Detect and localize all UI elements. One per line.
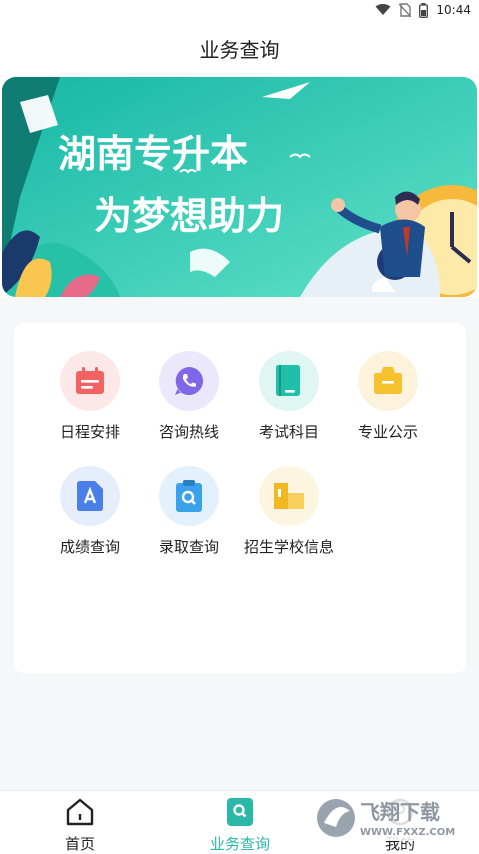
banner-line1: 湖南专升本 bbox=[58, 132, 248, 176]
building-icon bbox=[259, 466, 319, 526]
tab-label: 首页 bbox=[64, 835, 95, 853]
banner-line2: 为梦想助力 bbox=[94, 194, 284, 238]
service-label: 咨询热线 bbox=[158, 423, 219, 441]
service-school-info[interactable]: 招生学校信息 bbox=[239, 466, 339, 570]
service-score-query[interactable]: 成绩查询 bbox=[40, 466, 140, 570]
tab-label: 业务查询 bbox=[209, 835, 270, 853]
service-admission-query[interactable]: 录取查询 bbox=[139, 466, 239, 570]
battery-icon bbox=[419, 2, 429, 18]
score-document-icon bbox=[60, 466, 120, 526]
clipboard-search-icon bbox=[159, 466, 219, 526]
status-bar: 10:44 bbox=[0, 0, 479, 20]
promo-banner[interactable]: 湖南专升本 为梦想助力 bbox=[0, 77, 479, 297]
calendar-icon bbox=[60, 351, 120, 411]
search-square-icon bbox=[223, 795, 257, 829]
service-label: 成绩查询 bbox=[59, 538, 120, 556]
no-sim-icon bbox=[399, 3, 412, 17]
site-watermark: 飞翔下载 WWW.FXXZ.COM bbox=[310, 793, 470, 843]
watermark-title: 飞翔下载 bbox=[360, 800, 440, 824]
service-major-notice[interactable]: 专业公示 bbox=[338, 351, 438, 455]
folder-icon bbox=[358, 351, 418, 411]
phone-icon bbox=[159, 351, 219, 411]
service-label: 专业公示 bbox=[357, 423, 418, 441]
service-label: 日程安排 bbox=[59, 423, 120, 441]
service-label: 招生学校信息 bbox=[243, 538, 334, 556]
watermark-url: WWW.FXXZ.COM bbox=[360, 827, 455, 838]
page-header: 业务查询 bbox=[0, 20, 479, 76]
status-time: 10:44 bbox=[436, 3, 471, 17]
service-label: 考试科目 bbox=[258, 423, 319, 441]
tab-business-query[interactable]: 业务查询 bbox=[180, 791, 300, 854]
home-icon bbox=[63, 795, 97, 829]
book-icon bbox=[259, 351, 319, 411]
services-card: 日程安排 咨询热线 考试科目 专业公示 成绩查询 录取查询 招生学校信息 bbox=[14, 323, 466, 673]
service-exam-subjects[interactable]: 考试科目 bbox=[239, 351, 339, 455]
wifi-icon bbox=[375, 4, 391, 16]
service-hotline[interactable]: 咨询热线 bbox=[139, 351, 239, 455]
service-label: 录取查询 bbox=[158, 538, 219, 556]
service-schedule[interactable]: 日程安排 bbox=[40, 351, 140, 455]
tab-home[interactable]: 首页 bbox=[20, 791, 140, 854]
page-title: 业务查询 bbox=[199, 37, 280, 62]
